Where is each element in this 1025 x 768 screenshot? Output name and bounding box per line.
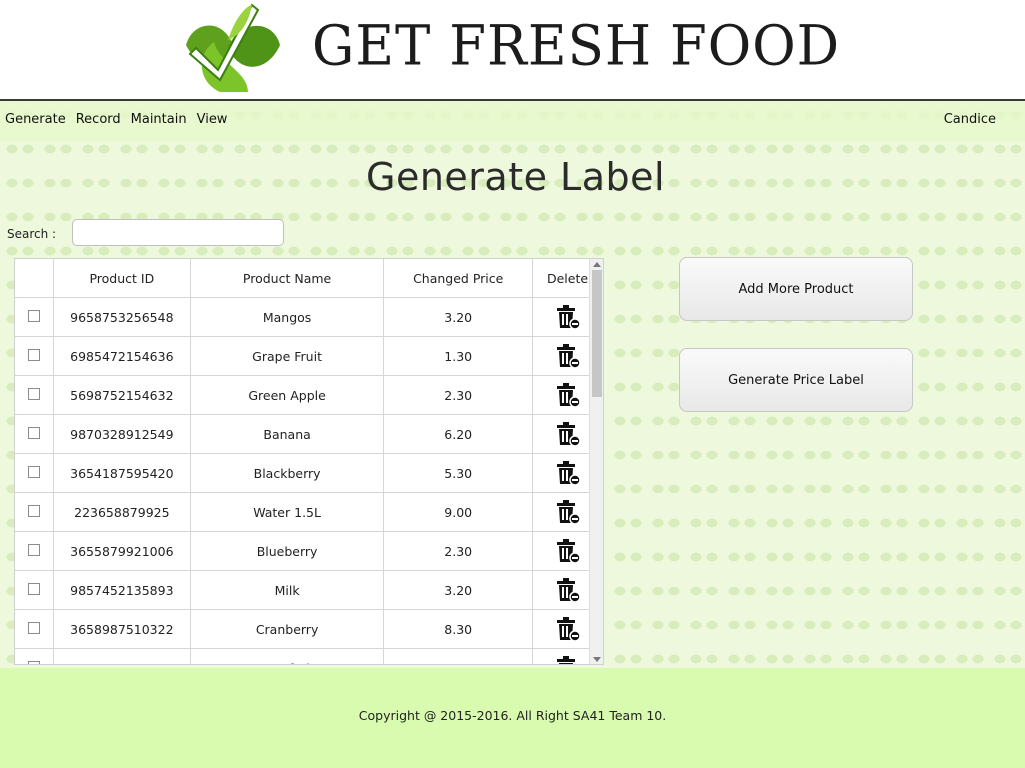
search-label: Search :	[7, 227, 57, 241]
product-id-cell: 9658753256548	[53, 297, 191, 337]
table-row[interactable]: 9658753256548 Mangos 3.20	[15, 297, 603, 337]
table-row[interactable]: 3655879921006 Blueberry 2.30	[15, 531, 603, 571]
trash-delete-icon[interactable]	[555, 538, 581, 564]
product-name-cell: Water 1.5L	[190, 492, 385, 532]
changed-price-cell: 2.30	[383, 531, 534, 571]
product-name-cell: Mangos	[190, 297, 385, 337]
product-name-cell: Cranberry	[190, 609, 385, 649]
product-name-cell: Banana	[190, 414, 385, 454]
scroll-down-icon[interactable]	[593, 657, 601, 662]
row-checkbox[interactable]	[27, 543, 40, 556]
changed-price-cell: 6.20	[383, 414, 534, 454]
trash-delete-icon[interactable]	[555, 304, 581, 330]
changed-price-cell: 3.20	[383, 570, 534, 610]
trash-delete-icon[interactable]	[555, 499, 581, 525]
row-checkbox[interactable]	[27, 504, 40, 517]
row-select-cell	[15, 570, 54, 610]
changed-price-cell: 5.20	[383, 648, 534, 664]
product-id-cell: 3655879921006	[53, 531, 191, 571]
row-checkbox[interactable]	[27, 309, 40, 322]
product-name-cell: Blackberry	[190, 453, 385, 493]
table-header-row: Product ID Product Name Changed Price De…	[15, 259, 603, 298]
row-select-cell	[15, 375, 54, 415]
row-select-cell	[15, 609, 54, 649]
page-title: Generate Label	[366, 155, 666, 199]
product-id-cell: 3654187595420	[53, 453, 191, 493]
leaf-check-logo-icon	[186, 3, 280, 92]
copyright-text: Copyright @ 2015-2016. All Right SA41 Te…	[358, 708, 667, 723]
changed-price-cell: 5.30	[383, 453, 534, 493]
search-input[interactable]	[72, 219, 284, 246]
row-checkbox[interactable]	[27, 426, 40, 439]
changed-price-cell: 2.30	[383, 375, 534, 415]
main-menu: Generate Record Maintain View	[5, 112, 227, 127]
table-row[interactable]: 3654187595420 Blackberry 5.30	[15, 453, 603, 493]
column-header-changed-price: Changed Price	[383, 259, 534, 298]
product-id-cell: 9857452135893	[53, 570, 191, 610]
column-header-product-id: Product ID	[53, 259, 191, 298]
scrollbar-thumb[interactable]	[592, 270, 602, 397]
user-name[interactable]: Candice	[944, 112, 996, 127]
table-scrollbar[interactable]	[589, 259, 603, 664]
product-id-cell: 3658987510322	[53, 609, 191, 649]
row-checkbox[interactable]	[27, 621, 40, 634]
menu-item-generate[interactable]: Generate	[5, 112, 66, 127]
table-row[interactable]: 5698752154632 Green Apple 2.30	[15, 375, 603, 415]
row-select-cell	[15, 648, 54, 664]
product-id-cell: 9870328912549	[53, 414, 191, 454]
table-row[interactable]: 3658987510322 Cranberry 8.30	[15, 609, 603, 649]
row-select-cell	[15, 336, 54, 376]
product-name-cell: Grape Fruit	[190, 336, 385, 376]
product-id-cell: 1122036544898	[53, 648, 191, 664]
row-select-cell	[15, 414, 54, 454]
table-row[interactable]: 9870328912549 Banana 6.20	[15, 414, 603, 454]
trash-delete-icon[interactable]	[555, 460, 581, 486]
row-checkbox[interactable]	[27, 465, 40, 478]
table-row[interactable]: 6985472154636 Grape Fruit 1.30	[15, 336, 603, 376]
footer: Copyright @ 2015-2016. All Right SA41 Te…	[0, 668, 1025, 768]
row-select-cell	[15, 492, 54, 532]
changed-price-cell: 9.00	[383, 492, 534, 532]
row-checkbox[interactable]	[27, 660, 40, 664]
row-select-cell	[15, 453, 54, 493]
table-row[interactable]: 223658879925 Water 1.5L 9.00	[15, 492, 603, 532]
changed-price-cell: 3.20	[383, 297, 534, 337]
product-name-cell: Milk	[190, 570, 385, 610]
row-checkbox[interactable]	[27, 348, 40, 361]
product-id-cell: 223658879925	[53, 492, 191, 532]
scroll-up-icon[interactable]	[593, 262, 601, 267]
table-row[interactable]: 1122036544898Star fruit5.20	[15, 648, 603, 664]
row-checkbox[interactable]	[27, 582, 40, 595]
row-select-cell	[15, 531, 54, 571]
trash-delete-icon[interactable]	[555, 343, 581, 369]
generate-price-label-button[interactable]: Generate Price Label	[679, 348, 913, 412]
product-table-container: Product ID Product Name Changed Price De…	[14, 258, 604, 665]
changed-price-cell: 1.30	[383, 336, 534, 376]
table-row[interactable]: 9857452135893 Milk 3.20	[15, 570, 603, 610]
product-id-cell: 5698752154632	[53, 375, 191, 415]
brand-name: GET FRESH FOOD	[312, 14, 841, 79]
product-table: Product ID Product Name Changed Price De…	[15, 259, 603, 664]
product-name-cell: Blueberry	[190, 531, 385, 571]
main-area: Generate Record Maintain View Candice Ge…	[0, 101, 1025, 668]
menu-item-maintain[interactable]: Maintain	[131, 112, 187, 127]
product-name-cell: Star fruit	[190, 648, 385, 664]
add-more-product-button[interactable]: Add More Product	[679, 257, 913, 321]
row-select-cell	[15, 297, 54, 337]
trash-delete-icon[interactable]	[555, 577, 581, 603]
trash-delete-icon[interactable]	[555, 655, 581, 664]
header: GET FRESH FOOD	[0, 0, 1025, 101]
column-header-product-name: Product Name	[190, 259, 385, 298]
trash-delete-icon[interactable]	[555, 616, 581, 642]
column-header-select	[15, 259, 54, 298]
menu-item-view[interactable]: View	[197, 112, 228, 127]
product-id-cell: 6985472154636	[53, 336, 191, 376]
trash-delete-icon[interactable]	[555, 421, 581, 447]
changed-price-cell: 8.30	[383, 609, 534, 649]
product-name-cell: Green Apple	[190, 375, 385, 415]
row-checkbox[interactable]	[27, 387, 40, 400]
trash-delete-icon[interactable]	[555, 382, 581, 408]
menu-item-record[interactable]: Record	[76, 112, 121, 127]
